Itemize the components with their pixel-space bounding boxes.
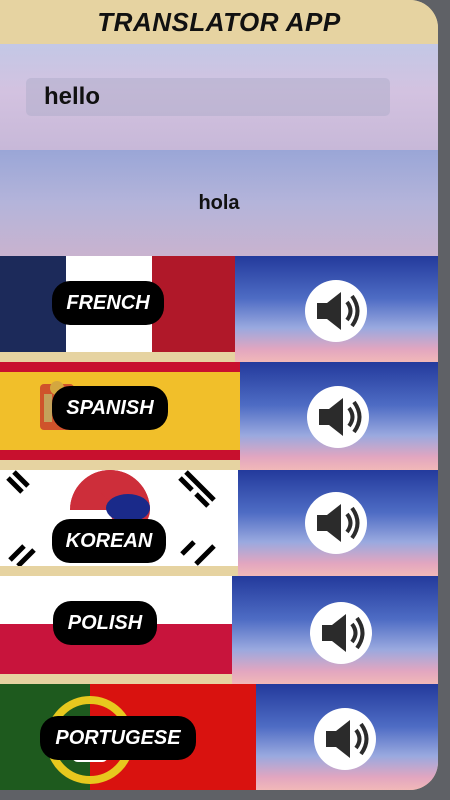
korean-button-label: KOREAN bbox=[65, 529, 153, 552]
app-title: TRANSLATOR APP bbox=[97, 6, 341, 37]
spanish-button-label: SPANISH bbox=[66, 396, 154, 419]
language-row-polish: POLISH bbox=[0, 576, 438, 684]
row-divider bbox=[0, 566, 238, 576]
row-divider bbox=[0, 352, 236, 362]
text-input[interactable]: hello bbox=[26, 78, 390, 116]
french-button-label: FRENCH bbox=[66, 291, 150, 314]
title-bar: TRANSLATOR APP bbox=[0, 0, 438, 44]
polish-button-label: POLISH bbox=[67, 611, 143, 634]
translation-output: hola bbox=[0, 150, 438, 256]
row-divider bbox=[0, 460, 240, 470]
language-row-portugese: PORTUGESE bbox=[0, 684, 438, 790]
output-value: hola bbox=[198, 191, 240, 214]
language-row-french: FRENCH bbox=[0, 256, 438, 362]
portugese-button[interactable]: PORTUGESE bbox=[40, 716, 196, 760]
speaker-icon[interactable] bbox=[305, 280, 367, 342]
korean-button[interactable]: KOREAN bbox=[52, 519, 166, 563]
spanish-button[interactable]: SPANISH bbox=[52, 386, 168, 430]
input-panel: hello bbox=[0, 44, 438, 150]
polish-button[interactable]: POLISH bbox=[53, 601, 157, 645]
portugese-button-label: PORTUGESE bbox=[55, 726, 181, 749]
input-value: hello bbox=[44, 83, 101, 110]
speaker-icon[interactable] bbox=[314, 708, 376, 770]
app-frame: TRANSLATOR APP hello hola FRENCH SPANISH… bbox=[0, 0, 438, 790]
language-row-korean: KOREAN bbox=[0, 470, 438, 576]
row-divider bbox=[0, 674, 232, 684]
speaker-icon[interactable] bbox=[305, 492, 367, 554]
french-button[interactable]: FRENCH bbox=[52, 281, 164, 325]
language-row-spanish: SPANISH bbox=[0, 362, 438, 470]
speaker-icon[interactable] bbox=[310, 602, 372, 664]
speaker-icon[interactable] bbox=[307, 386, 369, 448]
